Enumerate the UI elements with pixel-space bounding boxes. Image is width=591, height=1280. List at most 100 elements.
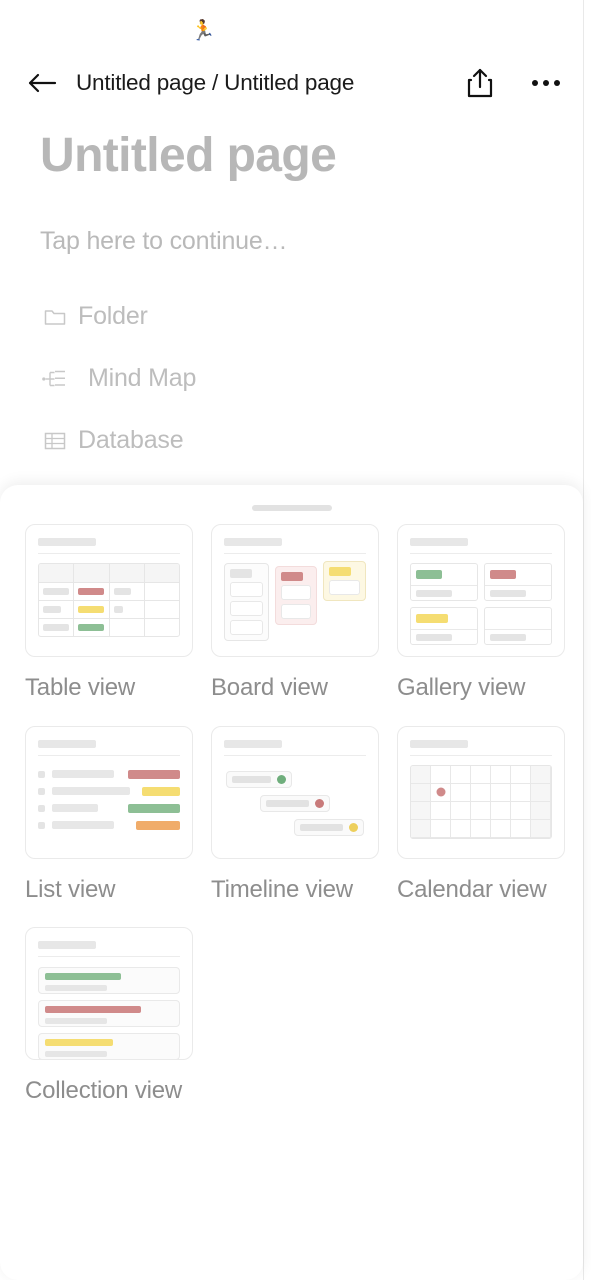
table-row xyxy=(39,618,179,636)
timeline-item xyxy=(260,794,330,812)
list-item xyxy=(38,817,180,834)
calendar-cell xyxy=(531,819,551,838)
page-content: Untitled page Tap here to continue… Fold… xyxy=(0,110,591,464)
thumb-title-bar xyxy=(38,538,96,546)
block-database-label: Database xyxy=(78,426,184,455)
calendar-cell xyxy=(511,801,531,820)
calendar-cell xyxy=(451,819,471,838)
calendar-cell xyxy=(431,819,451,838)
sheet-drag-handle[interactable] xyxy=(251,505,332,511)
table-view-thumbnail xyxy=(25,524,193,657)
gallery-card xyxy=(484,607,552,645)
thumb-divider xyxy=(410,553,552,554)
calendar-cell xyxy=(431,765,451,784)
thumb-title-bar xyxy=(410,538,468,546)
block-database[interactable]: Database xyxy=(40,418,591,464)
block-mind-map-label: Mind Map xyxy=(88,364,197,393)
calendar-event-dot xyxy=(436,787,445,797)
thumb-timeline xyxy=(224,767,366,843)
view-option-timeline-label: Timeline view xyxy=(211,875,353,903)
calendar-cell xyxy=(411,801,431,820)
collection-card xyxy=(38,1000,180,1028)
mind-map-icon xyxy=(40,364,70,394)
collection-card xyxy=(38,967,180,995)
timeline-view-thumbnail xyxy=(211,725,379,859)
calendar-cell xyxy=(451,801,471,820)
calendar-cell xyxy=(491,765,511,784)
thumb-divider xyxy=(38,754,180,756)
thumb-collection xyxy=(38,967,180,1060)
view-option-table[interactable]: Table view xyxy=(25,524,211,704)
calendar-cell xyxy=(491,801,511,820)
calendar-cell xyxy=(471,765,491,784)
timeline-item xyxy=(226,770,292,788)
view-options-grid: Table view Board view Gallery view List … xyxy=(0,524,583,1107)
back-button[interactable] xyxy=(22,63,62,103)
thumb-divider xyxy=(410,754,552,756)
more-options-button[interactable] xyxy=(525,62,567,104)
status-strip: 🏃 xyxy=(0,0,591,56)
timeline-item xyxy=(294,818,364,836)
list-item xyxy=(38,800,180,817)
block-folder-label: Folder xyxy=(78,302,148,331)
block-mind-map[interactable]: Mind Map xyxy=(40,356,591,402)
view-option-calendar[interactable]: Calendar view xyxy=(397,725,583,906)
calendar-cell xyxy=(511,783,531,802)
phone-screen: 🏃 Untitled page / Untitled page Untitled… xyxy=(0,0,591,1280)
table-row xyxy=(39,564,179,582)
view-option-list[interactable]: List view xyxy=(25,725,211,906)
page-emoji-icon[interactable]: 🏃 xyxy=(190,18,216,44)
thumb-board xyxy=(224,561,366,641)
thumb-gallery xyxy=(410,563,552,645)
view-option-table-label: Table view xyxy=(25,674,136,701)
thumb-divider xyxy=(224,754,366,756)
thumb-list xyxy=(38,766,180,834)
calendar-cell xyxy=(471,801,491,820)
list-item xyxy=(38,783,180,800)
view-option-gallery-label: Gallery view xyxy=(397,674,526,701)
calendar-cell xyxy=(511,765,531,784)
thumb-title-bar xyxy=(224,739,282,748)
list-view-thumbnail xyxy=(25,725,193,859)
list-item xyxy=(38,766,180,783)
table-row xyxy=(39,600,179,618)
thumb-divider xyxy=(38,956,180,958)
thumb-divider xyxy=(224,553,366,554)
view-option-list-label: List view xyxy=(25,875,116,903)
view-option-timeline[interactable]: Timeline view xyxy=(211,725,397,906)
share-button[interactable] xyxy=(459,62,501,104)
calendar-cell xyxy=(471,819,491,838)
view-option-collection[interactable]: Collection view xyxy=(25,927,211,1107)
thumb-table xyxy=(38,563,180,637)
view-option-board[interactable]: Board view xyxy=(211,524,397,704)
calendar-cell xyxy=(511,819,531,838)
calendar-cell xyxy=(531,783,551,802)
calendar-cell xyxy=(491,819,511,838)
arrow-left-icon xyxy=(28,73,57,93)
thumb-title-bar xyxy=(410,739,468,748)
database-icon xyxy=(40,426,70,456)
collection-card xyxy=(38,1033,180,1060)
breadcrumb[interactable]: Untitled page / Untitled page xyxy=(76,70,459,96)
calendar-cell xyxy=(451,783,471,802)
thumb-divider xyxy=(38,553,180,554)
calendar-view-thumbnail xyxy=(397,725,565,859)
thumb-title-bar xyxy=(38,739,96,748)
board-view-thumbnail xyxy=(211,524,379,657)
table-row xyxy=(39,582,179,600)
block-folder[interactable]: Folder xyxy=(40,294,591,340)
view-option-gallery[interactable]: Gallery view xyxy=(397,524,583,704)
page-title[interactable]: Untitled page xyxy=(40,129,591,183)
calendar-cell xyxy=(431,783,451,802)
gallery-card xyxy=(410,563,478,601)
view-picker-sheet: Table view Board view Gallery view List … xyxy=(0,485,583,1280)
calendar-cell xyxy=(411,783,431,802)
folder-icon xyxy=(40,302,70,332)
tap-here-placeholder[interactable]: Tap here to continue… xyxy=(40,227,591,256)
calendar-cell xyxy=(411,765,431,784)
view-option-collection-label: Collection view xyxy=(25,1077,183,1105)
calendar-cell xyxy=(471,783,491,802)
calendar-cell xyxy=(451,765,471,784)
more-horizontal-icon xyxy=(532,80,560,86)
board-column xyxy=(224,563,269,641)
